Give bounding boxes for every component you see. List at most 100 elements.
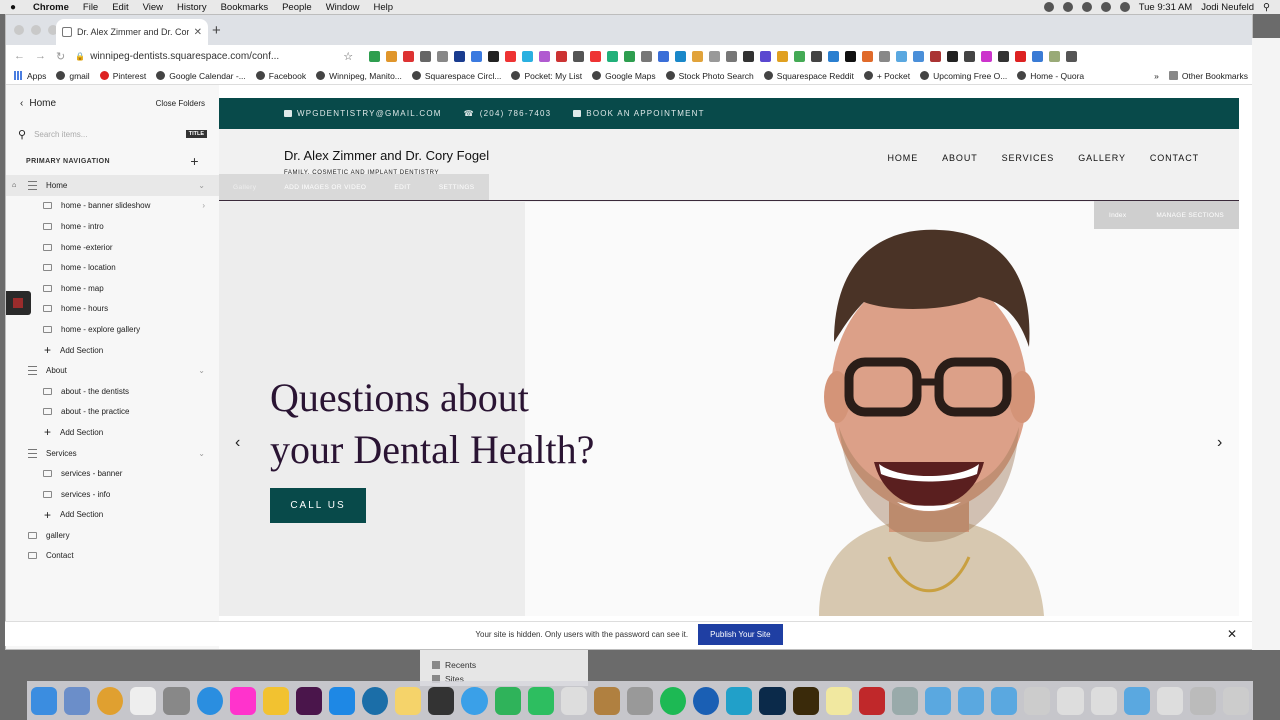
menu-app-chrome[interactable]: Chrome (26, 2, 76, 13)
extension-icon[interactable] (1032, 50, 1044, 62)
applications-folder-icon[interactable] (958, 686, 985, 715)
extension-icon[interactable] (505, 50, 517, 62)
page-item-home-map[interactable]: home - map (6, 278, 219, 299)
preview-icon[interactable] (64, 686, 91, 715)
extension-icon[interactable] (760, 50, 772, 62)
folder-home[interactable]: ⌂ Home ⌄ (6, 175, 219, 196)
page-item-about-the-dentists[interactable]: about - the dentists (6, 381, 219, 402)
page-item-home-location[interactable]: home - location (6, 257, 219, 278)
add-section-button[interactable]: + Add Section (6, 340, 219, 361)
bookmark-pocket[interactable]: Pocket: My List (511, 71, 582, 81)
page-item-home-banner-slideshow[interactable]: home - banner slideshow › (6, 196, 219, 217)
app-store-icon[interactable] (328, 686, 356, 715)
side-dock-tab[interactable] (6, 291, 31, 315)
safari-icon[interactable] (196, 686, 223, 715)
nav-home[interactable]: HOME (888, 153, 919, 163)
close-folders-button[interactable]: Close Folders (156, 99, 205, 108)
folder-icon[interactable] (991, 686, 1018, 715)
folder-services[interactable]: Services ⌄ (6, 443, 219, 464)
extension-icon[interactable] (777, 50, 789, 62)
launchpad-icon[interactable] (163, 686, 190, 715)
extension-icon[interactable] (828, 50, 840, 62)
add-images-button[interactable]: ADD IMAGES OR VIDEO (270, 184, 380, 191)
settings-button[interactable]: SETTINGS (425, 184, 489, 191)
add-section-button[interactable]: + Add Section (6, 505, 219, 526)
extension-icon[interactable] (879, 50, 891, 62)
quicktime-icon[interactable] (362, 686, 389, 715)
zip-file-icon[interactable] (1090, 686, 1117, 715)
status-icon[interactable] (1043, 2, 1054, 12)
cloud-icon[interactable] (1062, 2, 1073, 12)
page-item-gallery[interactable]: gallery (6, 525, 219, 546)
extension-icon[interactable] (590, 50, 602, 62)
textedit-icon[interactable] (560, 686, 587, 715)
zip-file-icon[interactable] (1057, 686, 1084, 715)
slideshow-next-icon[interactable]: › (1217, 434, 1222, 452)
add-page-icon[interactable]: + (190, 153, 199, 169)
site-title[interactable]: Dr. Alex Zimmer and Dr. Cory Fogel (284, 148, 489, 163)
apple-menu-icon[interactable]: ● (0, 2, 26, 13)
nav-services[interactable]: SERVICES (1002, 153, 1055, 163)
extension-icon[interactable] (862, 50, 874, 62)
extension-icon[interactable] (369, 50, 381, 62)
extension-icon[interactable] (573, 50, 585, 62)
other-bookmarks[interactable]: Other Bookmarks (1168, 71, 1248, 81)
extension-icon[interactable] (692, 50, 704, 62)
extension-icon[interactable] (539, 50, 551, 62)
bookmark-google-calendar[interactable]: Google Calendar -... (156, 71, 246, 81)
status-icon[interactable] (1081, 2, 1092, 12)
bookmark-squarespace-circle[interactable]: Squarespace Circl... (411, 71, 501, 81)
menu-file[interactable]: File (76, 2, 105, 13)
folder-icon[interactable] (924, 686, 952, 715)
extension-icon[interactable] (641, 50, 653, 62)
extension-icon[interactable] (1015, 50, 1027, 62)
search-input[interactable]: Search items... (34, 130, 87, 139)
menu-help[interactable]: Help (366, 2, 400, 13)
menu-history[interactable]: History (170, 2, 214, 13)
slack-icon[interactable] (295, 686, 322, 715)
bookmark-apps[interactable]: Apps (14, 71, 46, 81)
help-icon[interactable] (1024, 686, 1051, 715)
extension-icon[interactable] (607, 50, 619, 62)
extension-icon[interactable] (930, 50, 942, 62)
browser-tab[interactable]: Dr. Alex Zimmer and Dr. Cory F ✕ (56, 19, 208, 45)
bookmark-pinterest[interactable]: Pinterest (99, 71, 146, 81)
page-item-home-hours[interactable]: home - hours (6, 299, 219, 320)
finder-item-recents[interactable]: Recents (432, 658, 588, 672)
new-tab-icon[interactable]: + (212, 22, 221, 39)
minimize-window-button[interactable] (31, 25, 41, 35)
nav-about[interactable]: ABOUT (942, 153, 978, 163)
calendar-icon[interactable] (130, 686, 157, 715)
trash-icon[interactable] (1222, 686, 1250, 715)
extension-icon[interactable] (658, 50, 670, 62)
bbedit-icon[interactable] (891, 686, 918, 715)
slideshow-prev-icon[interactable]: ‹ (235, 434, 240, 452)
extension-icon[interactable] (420, 50, 432, 62)
page-item-services-info[interactable]: services - info (6, 484, 219, 505)
webstorm-icon[interactable] (726, 686, 753, 715)
notes-icon[interactable] (395, 686, 422, 715)
extension-icon[interactable] (811, 50, 823, 62)
extension-icon[interactable] (743, 50, 755, 62)
kindle-icon[interactable] (494, 686, 521, 715)
disk-utility-icon[interactable] (428, 686, 455, 715)
bookmark-stock-photo[interactable]: Stock Photo Search (665, 71, 754, 81)
extension-icon[interactable] (964, 50, 976, 62)
zip-file-icon[interactable] (1156, 686, 1183, 715)
back-home-link[interactable]: ‹ Home (20, 98, 56, 109)
extension-icon[interactable] (522, 50, 534, 62)
close-notice-icon[interactable]: ✕ (1227, 627, 1237, 641)
chevron-right-icon[interactable]: › (202, 201, 205, 210)
bookmark-google-maps[interactable]: Google Maps (592, 71, 656, 81)
finder-icon[interactable] (31, 686, 58, 715)
page-item-about-the-practice[interactable]: about - the practice (6, 402, 219, 423)
page-item-home-exterior[interactable]: home -exterior (6, 237, 219, 258)
bookmark-facebook[interactable]: Facebook (255, 71, 306, 81)
bookmark-upcoming-free[interactable]: Upcoming Free O... (920, 71, 1007, 81)
clock[interactable]: Tue 9:31 AM (1139, 2, 1193, 13)
title-badge[interactable]: TITLE (185, 130, 207, 138)
extension-icon[interactable] (437, 50, 449, 62)
spotlight-icon[interactable]: ⚲ (1263, 2, 1270, 13)
menu-window[interactable]: Window (319, 2, 367, 13)
photoshop-icon[interactable] (759, 686, 786, 715)
